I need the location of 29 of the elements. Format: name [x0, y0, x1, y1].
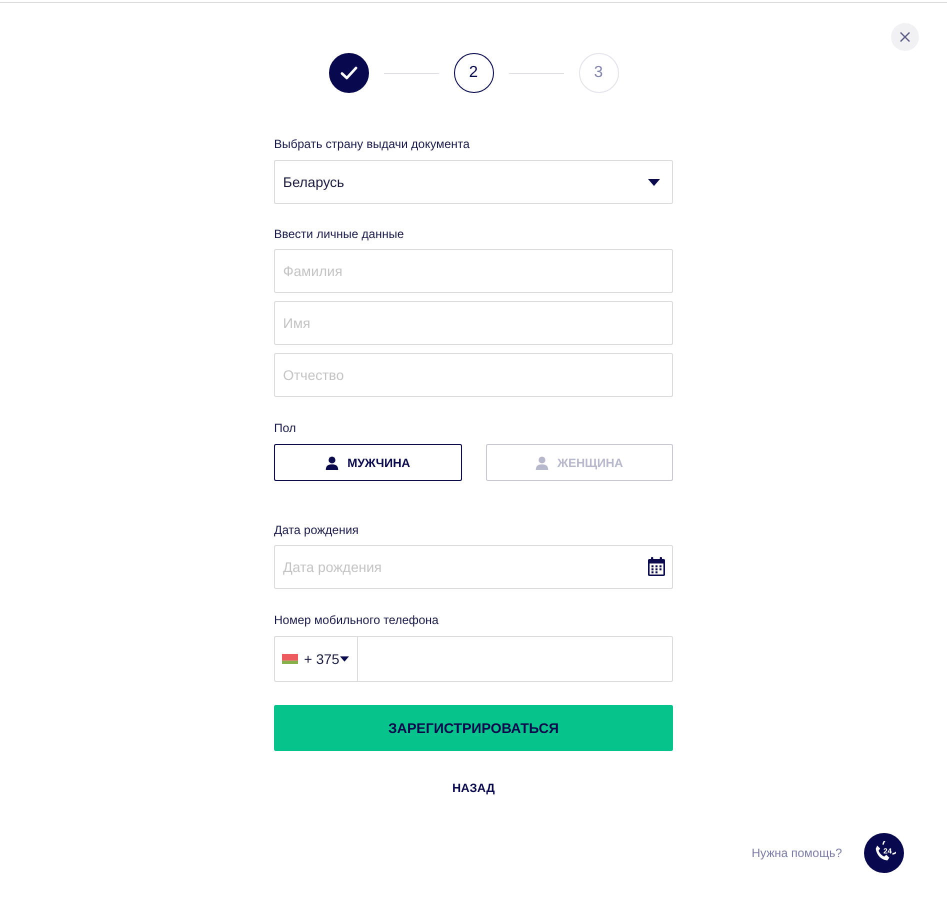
close-icon — [900, 32, 910, 42]
check-icon — [340, 66, 358, 80]
register-button[interactable]: ЗАРЕГИСТРИРОВАТЬСЯ — [274, 705, 673, 751]
person-icon — [535, 456, 550, 470]
gender-label: Пол — [274, 420, 298, 436]
caret-icon — [340, 656, 350, 662]
country-label: Выбрать страну выдачи документа — [274, 136, 471, 152]
step-indicator: 3 — [578, 53, 618, 93]
birth-date-label: Дата рождения — [274, 522, 360, 538]
country-select[interactable]: Беларусь — [274, 160, 673, 204]
input-field[interactable]: Отчество — [274, 353, 673, 397]
help-text: Нужна помощь? — [752, 846, 842, 860]
back-link[interactable]: НАЗАД — [452, 780, 495, 796]
step-indicator: 2 — [454, 53, 494, 93]
input-field[interactable]: Имя — [274, 301, 673, 345]
person-icon — [325, 456, 340, 470]
personal-data-label: Ввести личные данные — [274, 226, 405, 242]
step-connector — [508, 72, 564, 74]
caret-icon — [648, 178, 660, 186]
flag-icon — [282, 654, 298, 664]
input-field[interactable]: Фамилия — [274, 249, 673, 293]
date-field[interactable]: Дата рождения — [274, 545, 673, 589]
phone-label: Номер мобильного телефона — [274, 612, 440, 628]
close-button[interactable] — [891, 23, 919, 51]
gender-option[interactable]: МУЖЧИНА — [274, 444, 462, 481]
phone-number-field[interactable] — [358, 636, 673, 682]
calendar-icon — [648, 557, 665, 576]
country-code-select[interactable]: + 375 — [274, 636, 358, 682]
step-connector — [384, 72, 438, 74]
